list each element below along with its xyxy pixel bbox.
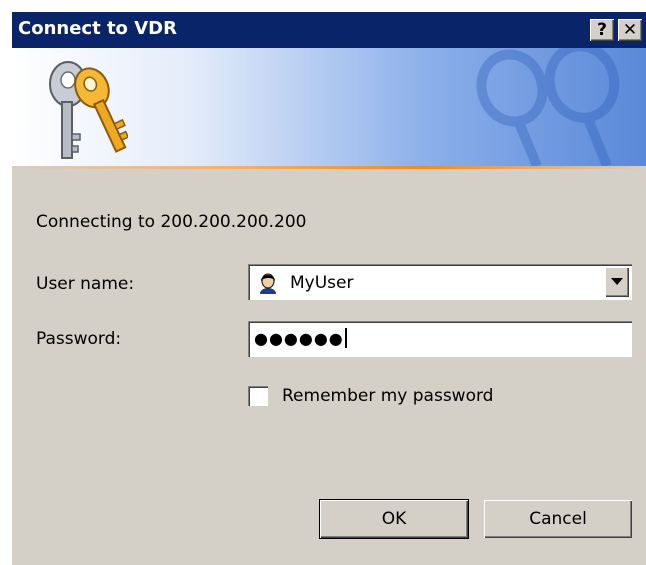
chevron-down-icon [611,278,623,285]
window-title: Connect to VDR [18,18,177,39]
cancel-button[interactable]: Cancel [484,500,632,538]
keys-watermark-icon [476,48,620,166]
remember-password-checkbox[interactable] [248,386,268,406]
close-button[interactable]: ✕ [618,19,642,41]
help-button[interactable]: ? [590,19,614,41]
connect-dialog: Connect to VDR ? ✕ Connecting to 200.200… [12,12,646,565]
keys-icon [49,61,128,159]
password-mask: ●●●●●● [254,329,344,348]
password-value: ●●●●●● [254,328,347,348]
remember-password-label[interactable]: Remember my password [282,386,493,406]
banner-divider [12,166,646,169]
username-combobox[interactable]: MyUser [248,264,632,300]
password-label: Password: [36,329,122,349]
ok-button[interactable]: OK [320,500,468,538]
username-label: User name: [36,274,135,294]
header-banner [12,48,646,166]
title-bar: Connect to VDR ? ✕ [12,12,646,48]
password-field[interactable]: ●●●●●● [248,321,632,357]
text-caret [344,328,347,348]
user-icon [256,272,280,294]
username-dropdown-button[interactable] [605,267,629,297]
username-value: MyUser [290,273,354,293]
connecting-status: Connecting to 200.200.200.200 [36,212,307,232]
